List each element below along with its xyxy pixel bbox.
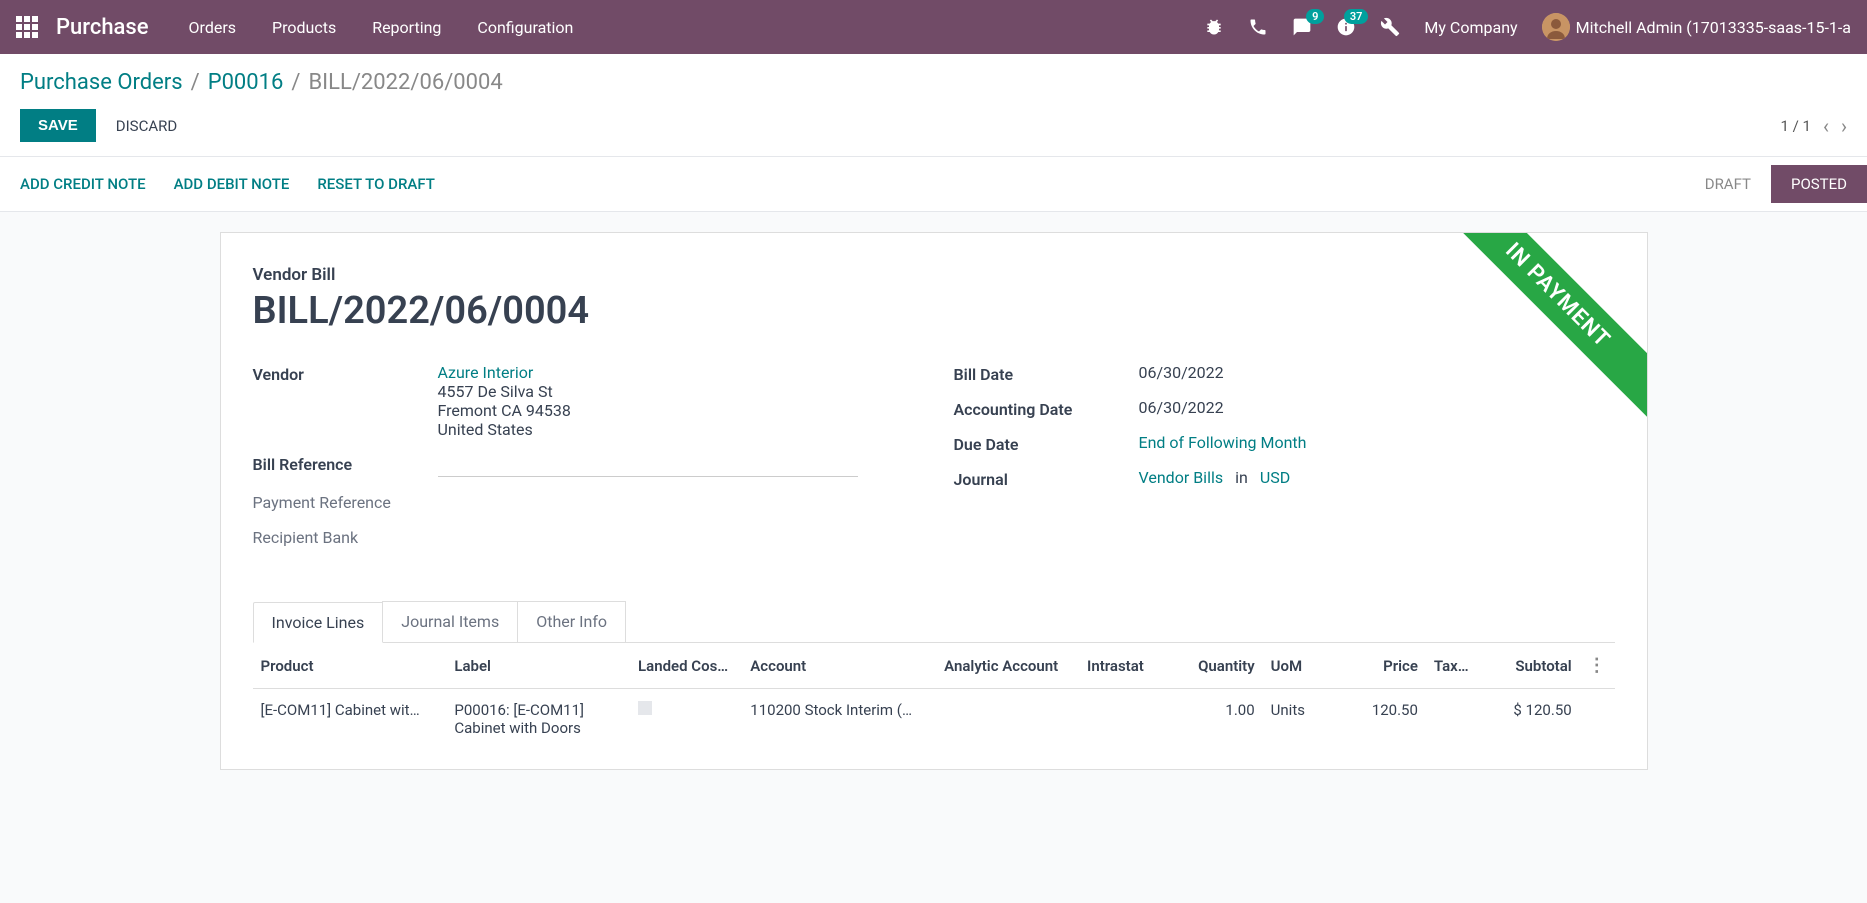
th-intrastat[interactable]: Intrastat <box>1079 643 1171 689</box>
tools-icon[interactable] <box>1380 17 1400 37</box>
bill-date-value[interactable]: 06/30/2022 <box>1139 363 1615 382</box>
save-button[interactable]: SAVE <box>20 109 96 142</box>
journal-in: in <box>1235 468 1248 487</box>
cell-quantity[interactable]: 1.00 <box>1171 689 1263 750</box>
form-sheet: IN PAYMENT Vendor Bill BILL/2022/06/0004… <box>220 232 1648 770</box>
columns-menu-icon[interactable]: ⋮ <box>1588 655 1606 676</box>
bill-date-label: Bill Date <box>954 363 1139 384</box>
invoice-lines-table: Product Label Landed Cos… Account Analyt… <box>253 643 1615 749</box>
user-menu[interactable]: Mitchell Admin (17013335-saas-15-1-a <box>1542 13 1851 41</box>
vendor-city: Fremont CA 94538 <box>438 401 914 420</box>
messages-icon[interactable]: 9 <box>1292 17 1312 37</box>
pager-next-icon[interactable]: › <box>1841 114 1847 138</box>
nav-orders[interactable]: Orders <box>189 18 236 37</box>
vendor-value[interactable]: Azure Interior 4557 De Silva St Fremont … <box>438 363 914 439</box>
add-credit-note-button[interactable]: ADD CREDIT NOTE <box>20 175 146 193</box>
journal-currency[interactable]: USD <box>1260 468 1290 487</box>
bug-icon[interactable] <box>1204 17 1224 37</box>
breadcrumb-parent[interactable]: P00016 <box>208 70 284 95</box>
cell-intrastat[interactable] <box>1079 689 1171 750</box>
bill-reference-input[interactable] <box>438 453 858 477</box>
nav-products[interactable]: Products <box>272 18 336 37</box>
activities-icon[interactable]: 37 <box>1336 17 1356 37</box>
status-steps: DRAFT POSTED <box>1685 165 1867 203</box>
reset-to-draft-button[interactable]: RESET TO DRAFT <box>317 175 435 193</box>
avatar <box>1542 13 1570 41</box>
payment-reference-label: Payment Reference <box>253 491 438 512</box>
th-price[interactable]: Price <box>1334 643 1426 689</box>
top-nav: Orders Products Reporting Configuration <box>189 18 574 37</box>
cell-price[interactable]: 120.50 <box>1334 689 1426 750</box>
systray: 9 37 My Company Mitchell Admin (17013335… <box>1204 13 1851 41</box>
vendor-link[interactable]: Azure Interior <box>438 363 914 382</box>
brand[interactable]: Purchase <box>56 15 149 40</box>
th-subtotal[interactable]: Subtotal <box>1478 643 1580 689</box>
discard-button[interactable]: DISCARD <box>116 117 177 135</box>
pager-prev-icon[interactable]: ‹ <box>1823 114 1829 138</box>
due-date-value[interactable]: End of Following Month <box>1139 433 1615 452</box>
cell-uom[interactable]: Units <box>1263 689 1334 750</box>
th-tax[interactable]: Tax… <box>1426 643 1478 689</box>
messages-badge: 9 <box>1306 9 1324 24</box>
status-posted[interactable]: POSTED <box>1771 165 1867 203</box>
cell-product[interactable]: [E-COM11] Cabinet wit… <box>261 701 439 719</box>
vendor-country: United States <box>438 420 914 439</box>
cell-account[interactable]: 110200 Stock Interim (… <box>750 701 928 719</box>
tab-journal-items[interactable]: Journal Items <box>382 601 518 642</box>
add-debit-note-button[interactable]: ADD DEBIT NOTE <box>174 175 290 193</box>
th-account[interactable]: Account <box>742 643 936 689</box>
journal-name[interactable]: Vendor Bills <box>1139 468 1224 487</box>
table-header-row: Product Label Landed Cos… Account Analyt… <box>253 643 1615 689</box>
th-uom[interactable]: UoM <box>1263 643 1334 689</box>
vendor-street: 4557 De Silva St <box>438 382 914 401</box>
th-quantity[interactable]: Quantity <box>1171 643 1263 689</box>
right-column: Bill Date 06/30/2022 Accounting Date 06/… <box>954 363 1615 561</box>
nav-reporting[interactable]: Reporting <box>372 18 441 37</box>
journal-label: Journal <box>954 468 1139 489</box>
th-label[interactable]: Label <box>446 643 630 689</box>
topbar: Purchase Orders Products Reporting Confi… <box>0 0 1867 54</box>
th-product[interactable]: Product <box>253 643 447 689</box>
th-landed[interactable]: Landed Cos… <box>630 643 742 689</box>
th-analytic[interactable]: Analytic Account <box>936 643 1079 689</box>
cell-subtotal: $ 120.50 <box>1478 689 1580 750</box>
tab-other-info[interactable]: Other Info <box>517 601 626 642</box>
cell-label[interactable]: P00016: [E-COM11] Cabinet with Doors <box>446 689 630 750</box>
activities-badge: 37 <box>1344 9 1369 24</box>
record-title: BILL/2022/06/0004 <box>253 289 1615 333</box>
journal-value[interactable]: Vendor Bills in USD <box>1139 468 1615 487</box>
statusbar: ADD CREDIT NOTE ADD DEBIT NOTE RESET TO … <box>0 156 1867 212</box>
tab-invoice-lines[interactable]: Invoice Lines <box>253 602 384 643</box>
breadcrumb-current: BILL/2022/06/0004 <box>308 70 502 95</box>
phone-icon[interactable] <box>1248 17 1268 37</box>
due-date-label: Due Date <box>954 433 1139 454</box>
bill-reference-label: Bill Reference <box>253 453 438 474</box>
pager: 1 / 1 ‹ › <box>1780 114 1847 138</box>
breadcrumb-bar: Purchase Orders / P00016 / BILL/2022/06/… <box>0 54 1867 95</box>
breadcrumb-root[interactable]: Purchase Orders <box>20 70 183 95</box>
left-column: Vendor Azure Interior 4557 De Silva St F… <box>253 363 914 561</box>
apps-icon[interactable] <box>16 16 38 38</box>
company-selector[interactable]: My Company <box>1424 18 1517 37</box>
landed-cost-checkbox[interactable] <box>638 701 652 715</box>
action-row: SAVE DISCARD 1 / 1 ‹ › <box>0 95 1867 156</box>
breadcrumb: Purchase Orders / P00016 / BILL/2022/06/… <box>20 70 1847 95</box>
accounting-date-label: Accounting Date <box>954 398 1139 419</box>
user-name: Mitchell Admin (17013335-saas-15-1-a <box>1576 18 1851 37</box>
pager-text: 1 / 1 <box>1780 117 1811 135</box>
tabs: Invoice Lines Journal Items Other Info <box>253 601 1615 643</box>
nav-configuration[interactable]: Configuration <box>477 18 573 37</box>
title-label: Vendor Bill <box>253 265 1615 285</box>
vendor-label: Vendor <box>253 363 438 384</box>
table-row[interactable]: [E-COM11] Cabinet wit… P00016: [E-COM11]… <box>253 689 1615 750</box>
cell-tax[interactable] <box>1426 689 1478 750</box>
accounting-date-value[interactable]: 06/30/2022 <box>1139 398 1615 417</box>
recipient-bank-label: Recipient Bank <box>253 526 438 547</box>
cell-analytic[interactable] <box>936 689 1079 750</box>
